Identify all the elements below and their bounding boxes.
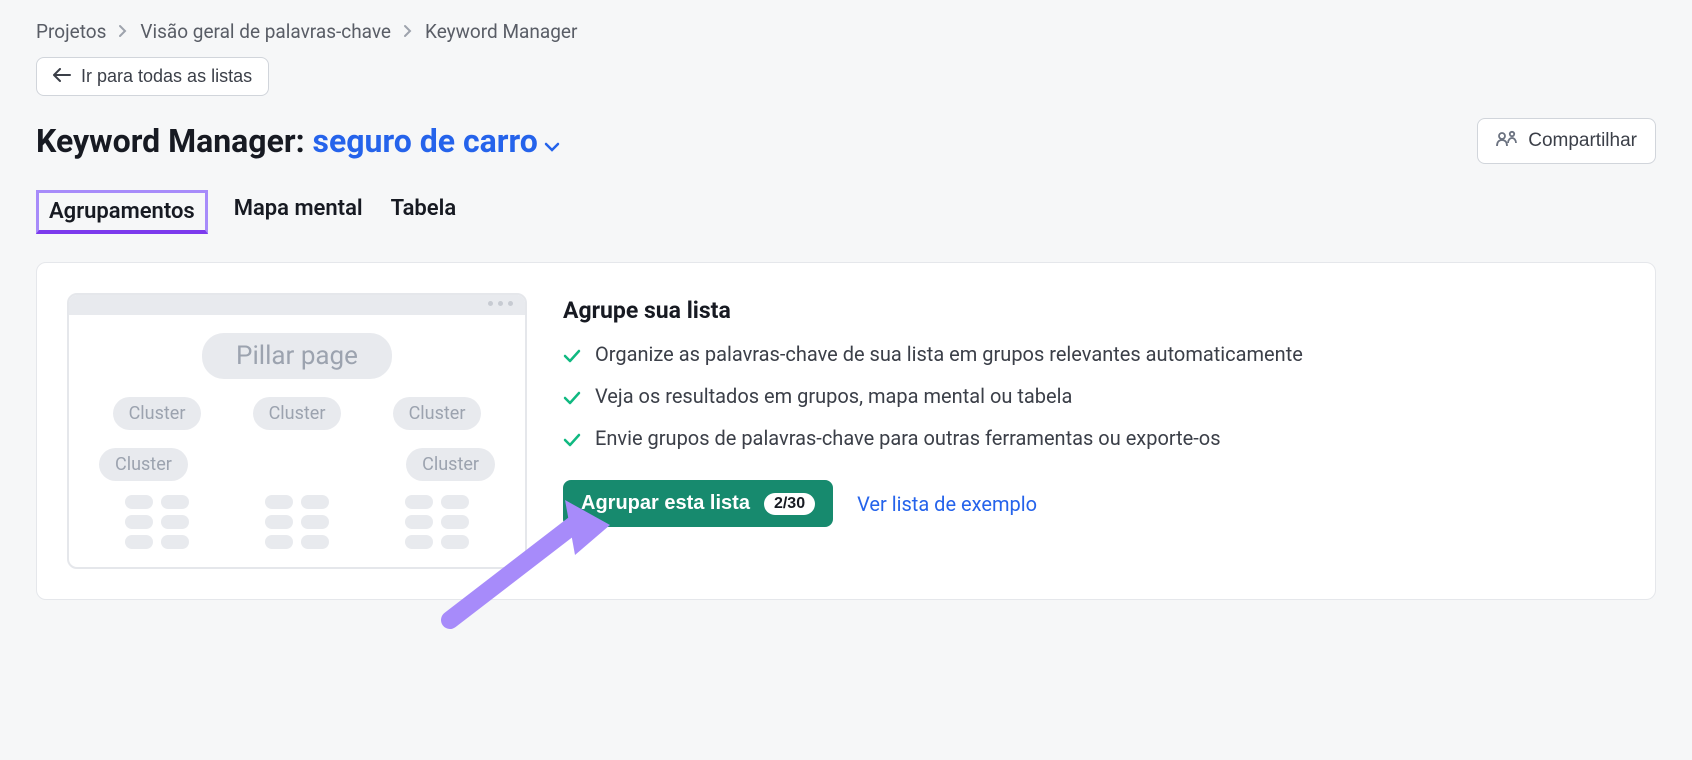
- tab-tabela[interactable]: Tabela: [389, 190, 459, 234]
- chevron-right-icon: [403, 20, 413, 43]
- chevron-down-icon: [544, 122, 560, 160]
- cluster-pill: Cluster: [406, 448, 495, 481]
- share-icon: [1496, 129, 1518, 153]
- chevron-right-icon: [118, 20, 128, 43]
- group-this-list-button[interactable]: Agrupar esta lista 2/30: [563, 480, 833, 527]
- breadcrumb-item-projetos[interactable]: Projetos: [36, 20, 106, 43]
- cluster-panel: Pillar page Cluster Cluster Cluster Clus…: [36, 262, 1656, 600]
- feature-list: Organize as palavras-chave de sua lista …: [563, 342, 1625, 452]
- cluster-illustration: Pillar page Cluster Cluster Cluster Clus…: [67, 293, 527, 569]
- cluster-pill: Cluster: [393, 397, 482, 430]
- share-button-label: Compartilhar: [1528, 130, 1637, 152]
- panel-heading: Agrupe sua lista: [563, 297, 1625, 324]
- cluster-pill: Cluster: [253, 397, 342, 430]
- cta-label: Agrupar esta lista: [581, 492, 750, 515]
- example-list-link[interactable]: Ver lista de exemplo: [857, 492, 1037, 516]
- feature-text: Organize as palavras-chave de sua lista …: [595, 342, 1303, 366]
- check-icon: [563, 386, 581, 410]
- back-button-label: Ir para todas as listas: [81, 66, 252, 87]
- tab-mapa-mental[interactable]: Mapa mental: [232, 190, 365, 234]
- list-name: seguro de carro: [313, 122, 538, 160]
- check-icon: [563, 344, 581, 368]
- share-button[interactable]: Compartilhar: [1477, 118, 1656, 164]
- feature-item: Veja os resultados em grupos, mapa menta…: [563, 384, 1625, 410]
- feature-item: Organize as palavras-chave de sua lista …: [563, 342, 1625, 368]
- list-name-dropdown[interactable]: seguro de carro: [313, 122, 560, 160]
- cluster-pill: Cluster: [99, 448, 188, 481]
- feature-item: Envie grupos de palavras-chave para outr…: [563, 426, 1625, 452]
- page-title: Keyword Manager: seguro de carro: [36, 122, 560, 160]
- cluster-pill: Cluster: [113, 397, 202, 430]
- title-prefix: Keyword Manager:: [36, 122, 305, 160]
- feature-text: Veja os resultados em grupos, mapa menta…: [595, 384, 1072, 408]
- tabs: Agrupamentos Mapa mental Tabela: [36, 190, 1656, 234]
- pillar-page-label: Pillar page: [202, 333, 392, 379]
- feature-text: Envie grupos de palavras-chave para outr…: [595, 426, 1221, 450]
- breadcrumb-item-keyword-manager[interactable]: Keyword Manager: [425, 20, 577, 43]
- breadcrumb-item-visao-geral[interactable]: Visão geral de palavras-chave: [140, 20, 391, 43]
- arrow-left-icon: [53, 66, 71, 87]
- breadcrumb: Projetos Visão geral de palavras-chave K…: [36, 20, 1656, 43]
- usage-badge: 2/30: [764, 493, 815, 515]
- check-icon: [563, 428, 581, 452]
- tab-agrupamentos[interactable]: Agrupamentos: [36, 190, 208, 234]
- back-to-lists-button[interactable]: Ir para todas as listas: [36, 57, 269, 96]
